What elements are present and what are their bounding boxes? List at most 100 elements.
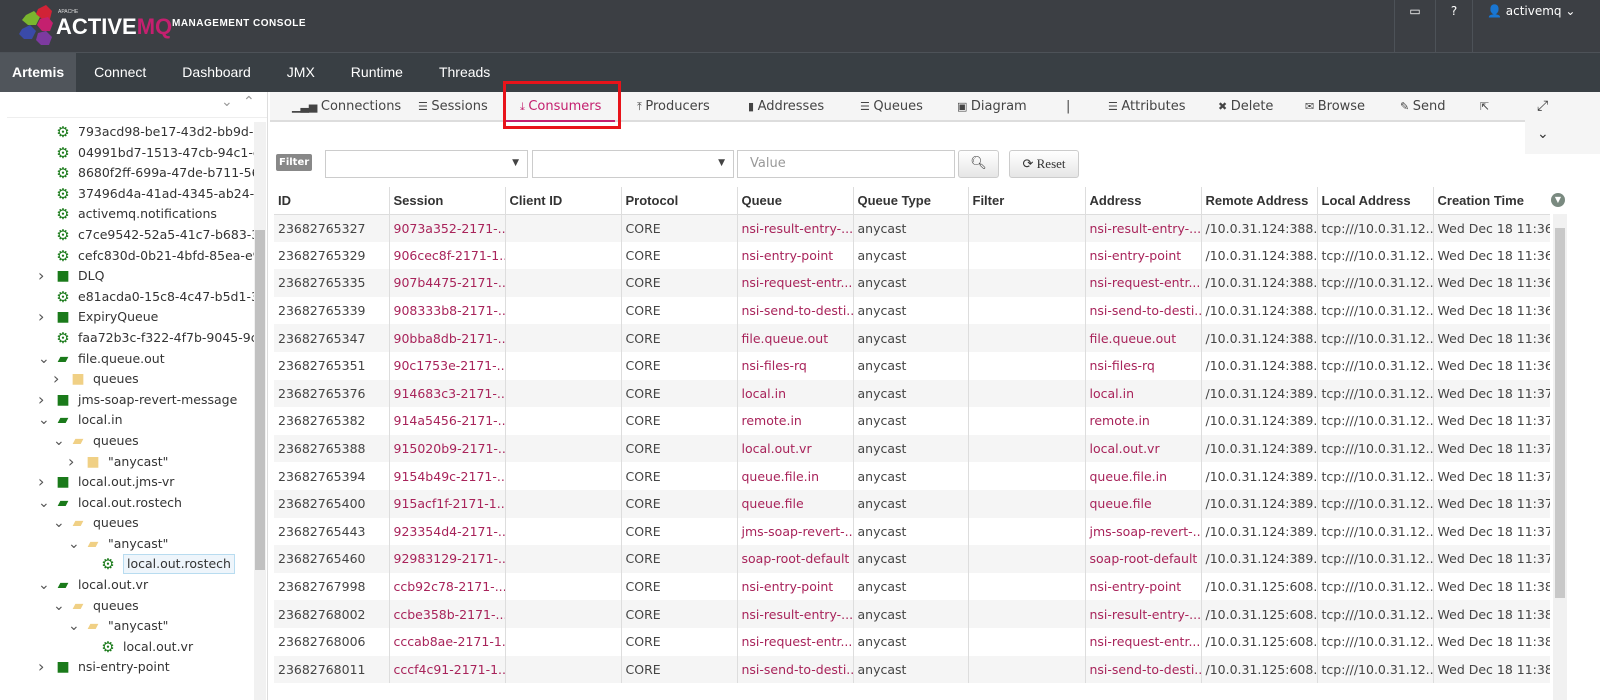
cell-address[interactable]: remote.in — [1084, 407, 1201, 435]
tab-browse[interactable]: ✉ Browse — [1305, 92, 1365, 122]
tree-node[interactable]: ⚙ e81acda0-15c8-4c47-b5d1-3cfa — [0, 287, 254, 308]
column-header-protocol[interactable]: Protocol — [620, 187, 737, 215]
column-header-id[interactable]: ID — [274, 187, 389, 215]
cell-queue[interactable]: nsi-result-entry-... — [736, 214, 853, 242]
cell-queue[interactable]: soap-root-default — [736, 545, 853, 573]
tree-node[interactable]: › ■ ExpiryQueue — [0, 307, 254, 328]
tab-addresses[interactable]: ▮ Addresses — [748, 92, 824, 122]
table-row[interactable]: 23682765339 908333b8-2171-... CORE nsi-send… — [274, 296, 1550, 325]
nav-runtime[interactable]: Runtime — [333, 53, 421, 92]
chevron-right-icon[interactable]: › — [38, 390, 48, 410]
cell-session[interactable]: 915acf1f-2171-1... — [388, 489, 505, 518]
cell-session[interactable]: 923354d4-2171-... — [388, 517, 505, 546]
fullscreen-icon[interactable]: ⤢ — [1537, 98, 1548, 114]
cell-queue[interactable]: nsi-send-to-desti... — [736, 296, 853, 325]
search-button[interactable]: 🔍︎ — [958, 150, 999, 178]
nav-threads[interactable]: Threads — [421, 53, 508, 92]
tree-node[interactable]: › ■ DLQ — [0, 266, 254, 287]
cell-queue[interactable]: file.queue.out — [736, 324, 853, 352]
cell-session[interactable]: 9073a352-2171-... — [388, 214, 505, 242]
tab-queues[interactable]: ☰ Queues — [860, 92, 923, 122]
nav-jmx[interactable]: JMX — [269, 53, 333, 92]
tree-scrollbar[interactable] — [254, 122, 266, 700]
column-header-local-address[interactable]: Local Address — [1316, 187, 1433, 215]
user-menu[interactable]: 👤 activemq ⌄ — [1472, 0, 1600, 53]
chevron-down-icon[interactable]: ⌄ — [1537, 126, 1549, 142]
tree-node[interactable]: ⚙ 793acd98-be17-43d2-bb9d-05c — [0, 122, 254, 143]
chevron-down-icon[interactable]: ⌄ — [53, 431, 65, 451]
chevron-down-icon[interactable]: ⌄ — [68, 616, 80, 636]
chevron-right-icon[interactable]: › — [38, 472, 48, 492]
column-chooser-icon[interactable]: ▼ — [1551, 193, 1565, 207]
table-row[interactable]: 23682765351 90c1753e-2171-... CORE nsi-file… — [274, 351, 1550, 380]
table-scrollbar[interactable] — [1553, 214, 1567, 700]
cell-session[interactable]: 90bba8db-2171-... — [388, 324, 505, 352]
filter-value-input[interactable]: Value — [737, 150, 955, 178]
tree-node[interactable]: ⌄ ▰ local.in — [0, 410, 254, 431]
cell-address[interactable]: soap-root-default — [1084, 545, 1201, 573]
cell-address[interactable]: jms-soap-revert-... — [1084, 517, 1201, 546]
column-header-creation-time[interactable]: Creation Time — [1432, 187, 1550, 215]
table-row[interactable]: 23682765388 915020b9-2171-... CORE local.ou… — [274, 434, 1550, 463]
tab-sessions[interactable]: ☰ Sessions — [418, 92, 488, 122]
chevron-right-icon[interactable]: › — [38, 266, 48, 286]
chevron-down-icon[interactable]: ⌄ — [38, 575, 50, 595]
table-row[interactable]: 23682765382 914a5456-2171-... CORE remote.i… — [274, 407, 1550, 435]
cell-session[interactable]: 906cec8f-2171-1... — [388, 241, 505, 270]
table-row[interactable]: 23682768002 ccbe358b-2171-... CORE nsi-resu… — [274, 600, 1550, 628]
cell-session[interactable]: 908333b8-2171-... — [388, 296, 505, 325]
tab-producers[interactable]: ⤒ Producers — [637, 92, 710, 122]
chevron-right-icon[interactable]: › — [38, 657, 48, 677]
chevron-right-icon[interactable]: › — [68, 452, 78, 472]
tree-node[interactable]: ⚙ faa72b3c-f322-4f7b-9045-9ce0 — [0, 328, 254, 349]
table-row[interactable]: 23682765443 923354d4-2171-... CORE jms-soap… — [274, 517, 1550, 546]
column-header-client-id[interactable]: Client ID — [504, 187, 621, 215]
cell-address[interactable]: nsi-send-to-desti... — [1084, 296, 1201, 325]
cell-address[interactable]: nsi-result-entry-... — [1084, 600, 1201, 628]
cell-address[interactable]: nsi-entry-point — [1084, 572, 1201, 601]
help-icon[interactable]: ? — [1435, 0, 1472, 53]
filter-field-select[interactable]: ▼ — [325, 150, 528, 178]
cell-session[interactable]: cccab8ae-2171-1... — [388, 627, 505, 656]
cell-session[interactable]: 90c1753e-2171-... — [388, 351, 505, 380]
filter-operation-select[interactable]: ▼ — [532, 150, 734, 178]
tree-node[interactable]: › ■ "anycast" — [0, 452, 254, 473]
column-header-address[interactable]: Address — [1084, 187, 1201, 215]
cell-session[interactable]: ccb92c78-2171-... — [388, 572, 505, 601]
tree-node[interactable]: ⌄ ▰ queues — [0, 596, 254, 617]
table-row[interactable]: 23682765460 92983129-2171-... CORE soap-roo… — [274, 545, 1550, 573]
table-row[interactable]: 23682768006 cccab8ae-2171-1... CORE nsi-req… — [274, 627, 1550, 656]
tree-node[interactable]: ⚙ 04991bd7-1513-47cb-94c1-e35 — [0, 143, 254, 164]
cell-session[interactable]: 914a5456-2171-... — [388, 407, 505, 435]
cell-address[interactable]: nsi-send-to-desti... — [1084, 655, 1201, 684]
tree-node[interactable]: ⚙ 37496d4a-41ad-4345-ab24-c82 — [0, 184, 254, 205]
nav-dashboard[interactable]: Dashboard — [164, 53, 269, 92]
tab-send[interactable]: ✎ Send — [1400, 92, 1445, 122]
tree-node[interactable]: ⚙ c7ce9542-52a5-41c7-b683-344 — [0, 225, 254, 246]
cell-queue[interactable]: nsi-result-entry-... — [736, 600, 853, 628]
tree-node[interactable]: ⌄ ▰ "anycast" — [0, 616, 254, 637]
cell-address[interactable]: nsi-request-entr... — [1084, 627, 1201, 656]
cell-session[interactable]: 907b4475-2171-... — [388, 269, 505, 297]
cell-queue[interactable]: nsi-send-to-desti... — [736, 655, 853, 684]
column-header-filter[interactable]: Filter — [967, 187, 1085, 215]
table-row[interactable]: 23682765400 915acf1f-2171-1... CORE queue.f… — [274, 489, 1550, 518]
tree-node[interactable]: ⚙ activemq.notifications — [0, 204, 254, 225]
cell-session[interactable]: ccbe358b-2171-... — [388, 600, 505, 628]
cell-address[interactable]: local.out.vr — [1084, 434, 1201, 463]
tree-node[interactable]: ⌄ ▰ local.out.vr — [0, 575, 254, 596]
table-row[interactable]: 23682765335 907b4475-2171-... CORE nsi-requ… — [274, 269, 1550, 297]
cell-queue[interactable]: local.in — [736, 379, 853, 408]
cell-session[interactable]: 9154b49c-2171-... — [388, 462, 505, 490]
cell-session[interactable]: 914683c3-2171-... — [388, 379, 505, 408]
table-row[interactable]: 23682765329 906cec8f-2171-1... CORE nsi-ent… — [274, 241, 1550, 270]
tree-node[interactable]: ⚙ 8680f2ff-699a-47de-b711-56b3 — [0, 163, 254, 184]
tree-node[interactable]: ⌄ ▰ file.queue.out — [0, 349, 254, 370]
column-header-session[interactable]: Session — [388, 187, 505, 215]
tree-node[interactable]: ⌄ ▰ queues — [0, 513, 254, 534]
cell-session[interactable]: 92983129-2171-... — [388, 545, 505, 573]
table-row[interactable]: 23682765327 9073a352-2171-... CORE nsi-resu… — [274, 214, 1550, 242]
cell-session[interactable]: cccf4c91-2171-1... — [388, 655, 505, 684]
tree-node[interactable]: ⌄ ▰ queues — [0, 431, 254, 452]
chevron-down-icon[interactable]: ⌄ — [38, 349, 50, 369]
